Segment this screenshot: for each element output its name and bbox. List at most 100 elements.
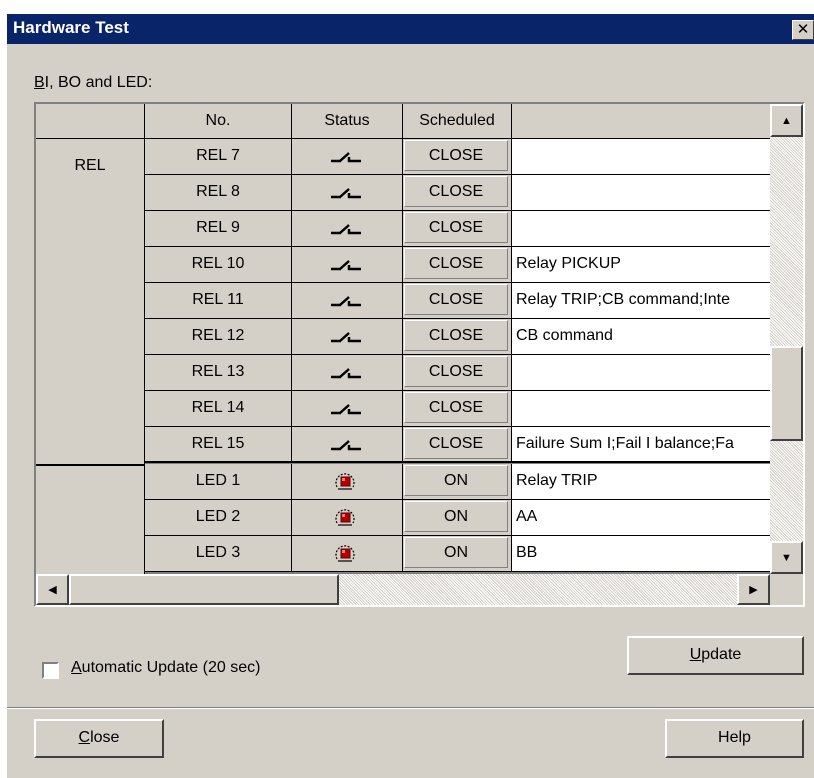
vertical-scrollbar[interactable]: ▲ ▼ (770, 104, 803, 574)
divider (7, 707, 814, 709)
scheduled-button[interactable]: CLOSE (404, 140, 508, 171)
cell-no: REL 15 (145, 427, 292, 463)
header-no[interactable]: No. (145, 104, 292, 139)
scheduled-button[interactable]: CLOSE (404, 212, 508, 243)
scroll-corner (770, 574, 803, 605)
cell-no: REL 13 (145, 355, 292, 391)
table-row: REL 12 CLOSE CB command (145, 319, 770, 355)
scroll-up-icon[interactable]: ▲ (770, 104, 803, 137)
scheduled-button[interactable]: CLOSE (404, 320, 508, 351)
horizontal-scroll-thumb[interactable] (69, 574, 339, 605)
cell-no: LED 3 (145, 536, 292, 572)
cell-no: REL 7 (145, 139, 292, 175)
group-label-text: I, BO and LED: (44, 74, 153, 91)
cell-scheduled: CLOSE (403, 139, 512, 175)
table-row: LED 1 ON Relay TRIP (145, 464, 770, 500)
cell-function: Relay TRIP (512, 464, 770, 500)
scheduled-button[interactable]: CLOSE (404, 392, 508, 423)
cell-function: Relay TRIP;CB command;Inte (512, 283, 770, 319)
relay-switch-icon (330, 294, 362, 313)
update-accel: U (689, 646, 702, 663)
table-row: LED 3 ON BB (145, 536, 770, 572)
cell-status (292, 355, 403, 391)
relay-switch-icon (330, 402, 362, 421)
cell-function: AA (512, 500, 770, 536)
cell-no: REL 12 (145, 319, 292, 355)
cell-status (292, 175, 403, 211)
table-row: LED 2 ON AA (145, 500, 770, 536)
automatic-update-accel: A (71, 659, 82, 676)
cell-status (292, 139, 403, 175)
header-scheduled[interactable]: Scheduled (403, 104, 512, 139)
scroll-down-icon[interactable]: ▼ (770, 541, 803, 574)
cell-no: REL 14 (145, 391, 292, 427)
cell-function: Relay PICKUP (512, 247, 770, 283)
cell-status (292, 211, 403, 247)
update-text: pdate (701, 646, 742, 663)
cell-no: REL 9 (145, 211, 292, 247)
window-title: Hardware Test (13, 18, 129, 37)
group-label: BI, BO and LED: (34, 74, 152, 92)
scheduled-button[interactable]: ON (404, 537, 508, 568)
close-icon[interactable]: ✕ (792, 20, 814, 40)
automatic-update-text: utomatic Update (20 sec) (81, 659, 261, 676)
cell-no: REL 11 (145, 283, 292, 319)
cell-scheduled: ON (403, 536, 512, 572)
relay-switch-icon (330, 150, 362, 169)
cell-scheduled: CLOSE (403, 427, 512, 463)
cell-scheduled: CLOSE (403, 175, 512, 211)
scheduled-button[interactable]: CLOSE (404, 176, 508, 207)
table-row: REL 10 CLOSE Relay PICKUP (145, 247, 770, 283)
grid-viewport: No. Status Scheduled REL REL 7 CLOSE REL 8… (36, 104, 770, 574)
title-bar: Hardware Test ✕ (7, 14, 814, 44)
scheduled-button[interactable]: CLOSE (404, 428, 508, 459)
vertical-scroll-thumb[interactable] (770, 346, 803, 441)
cell-function (512, 139, 770, 175)
table-row: REL 13 CLOSE (145, 355, 770, 391)
hardware-grid[interactable]: No. Status Scheduled REL REL 7 CLOSE REL 8… (34, 102, 805, 607)
header-status[interactable]: Status (292, 104, 403, 139)
table-row: REL 8 CLOSE (145, 175, 770, 211)
scroll-right-icon[interactable]: ▶ (737, 574, 770, 605)
scroll-left-icon[interactable]: ◀ (36, 574, 69, 605)
cell-scheduled: CLOSE (403, 247, 512, 283)
scheduled-button[interactable]: CLOSE (404, 284, 508, 315)
automatic-update-label[interactable]: Automatic Update (20 sec) (71, 659, 260, 677)
horizontal-scrollbar[interactable]: ◀ ▶ (36, 574, 770, 605)
close-accel: C (78, 729, 91, 746)
relay-switch-icon (330, 258, 362, 277)
cell-function: Failure Sum I;Fail I balance;Fa (512, 427, 770, 463)
scheduled-button[interactable]: CLOSE (404, 356, 508, 387)
cell-function (512, 175, 770, 211)
table-row: REL 7 CLOSE (145, 139, 770, 175)
automatic-update-checkbox[interactable] (42, 662, 59, 679)
relay-switch-icon (330, 186, 362, 205)
relay-switch-icon (330, 222, 362, 241)
cell-scheduled: ON (403, 464, 512, 500)
cell-function: CB command (512, 319, 770, 355)
relay-switch-icon (330, 366, 362, 385)
cell-function (512, 211, 770, 247)
scheduled-button[interactable]: ON (404, 465, 508, 496)
help-button[interactable]: Help (665, 719, 804, 758)
scheduled-button[interactable]: CLOSE (404, 248, 508, 279)
table-row: REL 11 CLOSE Relay TRIP;CB command;Inte (145, 283, 770, 319)
relay-switch-icon (330, 438, 362, 457)
cell-scheduled: CLOSE (403, 211, 512, 247)
cell-status (292, 319, 403, 355)
update-button[interactable]: Update (627, 636, 804, 675)
cell-scheduled: ON (403, 500, 512, 536)
scheduled-button[interactable]: ON (404, 501, 508, 532)
close-button[interactable]: Close (34, 719, 164, 758)
cell-no: REL 8 (145, 175, 292, 211)
group-rel: REL (36, 139, 145, 466)
cell-no: LED 2 (145, 500, 292, 536)
table-row: REL 15 CLOSE Failure Sum I;Fail I balance;… (145, 427, 770, 463)
header-function (512, 104, 770, 139)
table-row: REL 9 CLOSE (145, 211, 770, 247)
group-label-accel: B (34, 74, 45, 91)
cell-scheduled: CLOSE (403, 391, 512, 427)
cell-no: REL 10 (145, 247, 292, 283)
header-blank (36, 104, 145, 139)
cell-status (292, 500, 403, 536)
